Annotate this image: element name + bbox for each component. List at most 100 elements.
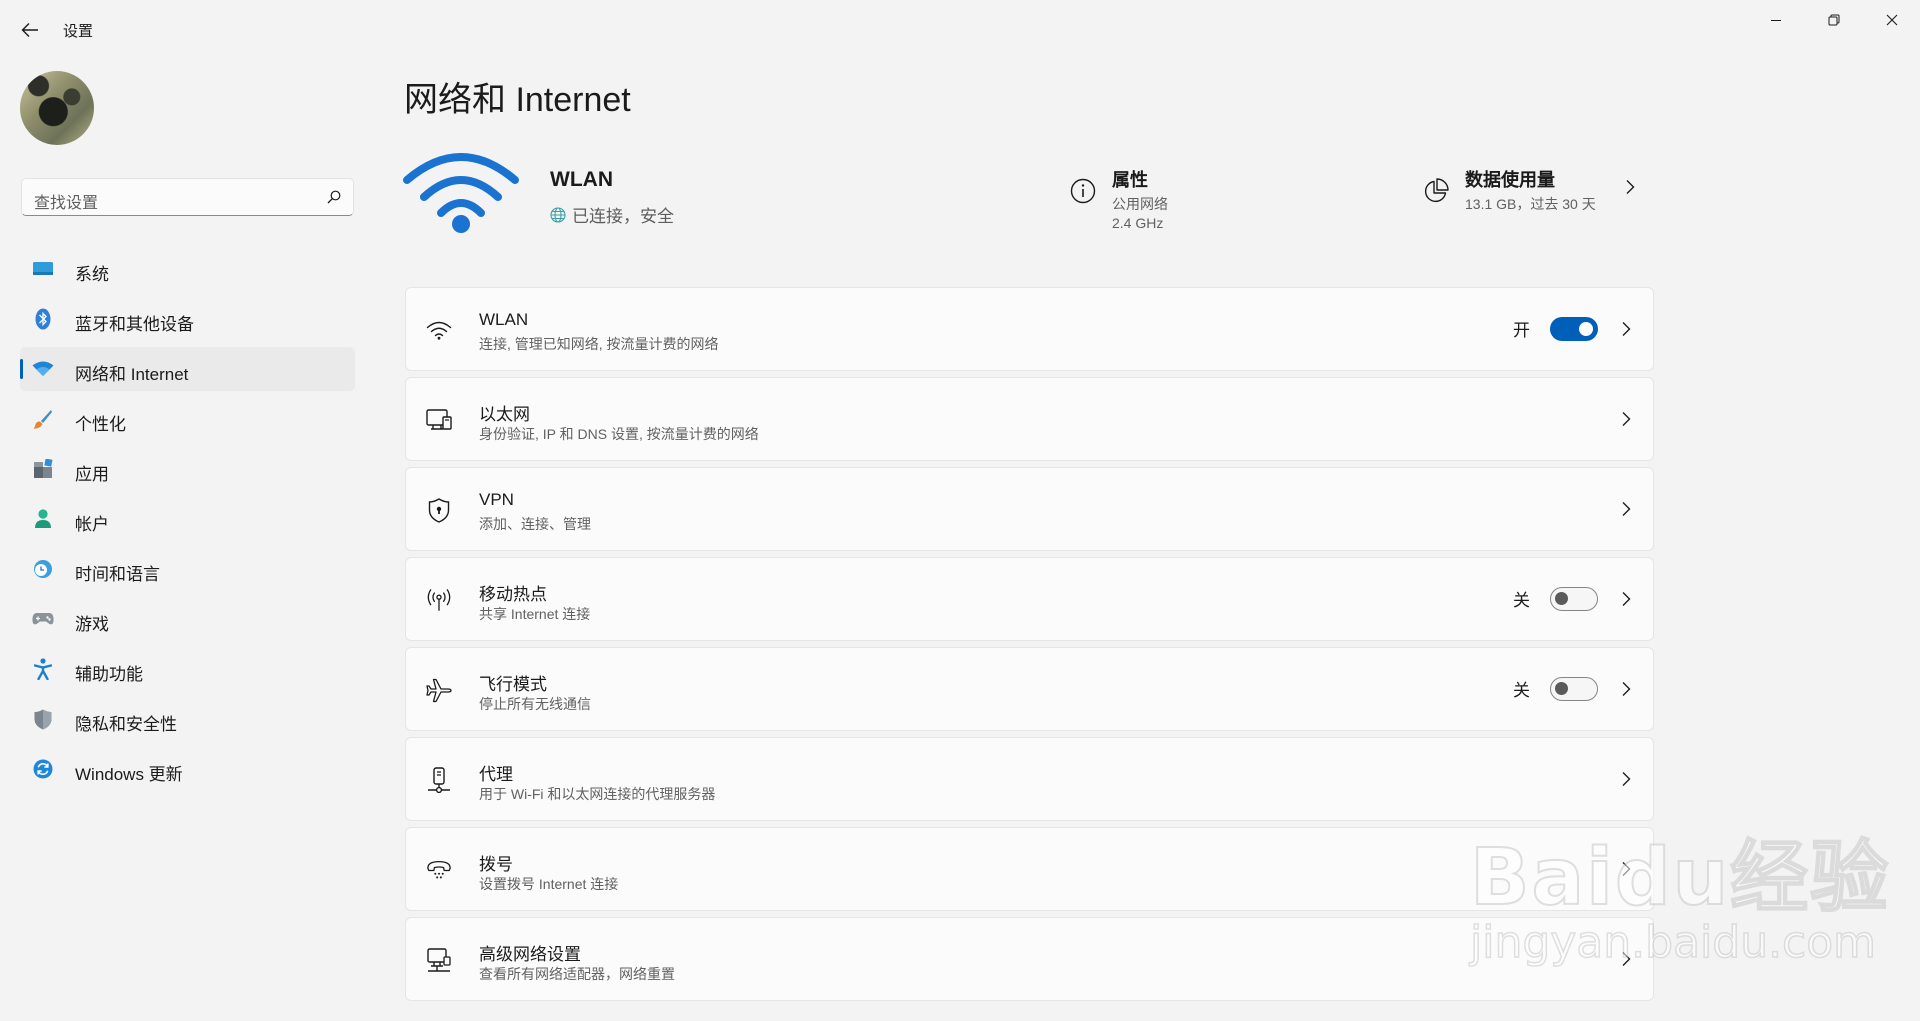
- app-title: 设置: [63, 23, 94, 40]
- sidebar-item-accounts[interactable]: 帐户: [20, 497, 355, 541]
- vpn-card[interactable]: VPN 添加、连接、管理: [405, 467, 1654, 551]
- monitor-icon: [32, 259, 54, 279]
- data-usage-title: 数据使用量: [1465, 170, 1555, 190]
- card-subtitle: 用于 Wi-Fi 和以太网连接的代理服务器: [479, 786, 716, 802]
- sidebar-item-label: 应用: [75, 465, 109, 484]
- data-usage-link[interactable]: 数据使用量 13.1 GB，过去 30 天: [1423, 164, 1653, 224]
- chevron-right-icon: [1622, 682, 1631, 696]
- chevron-right-icon: [1626, 180, 1635, 194]
- dialup-card[interactable]: 拨号 设置拨号 Internet 连接: [405, 827, 1654, 911]
- search-input[interactable]: 查找设置: [21, 178, 354, 216]
- card-title: 以太网: [479, 405, 530, 424]
- properties-title: 属性: [1112, 170, 1148, 190]
- sidebar-item-windows-update[interactable]: Windows 更新: [20, 747, 355, 791]
- chevron-right-icon: [1622, 592, 1631, 606]
- network-name: WLAN: [550, 168, 613, 191]
- card-subtitle: 添加、连接、管理: [479, 516, 591, 532]
- proxy-icon: [426, 767, 452, 793]
- sidebar-item-accessibility[interactable]: 辅助功能: [20, 647, 355, 691]
- bluetooth-icon: [32, 308, 54, 330]
- sidebar-item-privacy[interactable]: 隐私和安全性: [20, 697, 355, 741]
- chevron-right-icon: [1622, 952, 1631, 966]
- sidebar-item-label: 辅助功能: [75, 665, 143, 684]
- card-subtitle: 身份验证, IP 和 DNS 设置, 按流量计费的网络: [479, 426, 759, 442]
- card-subtitle: 设置拨号 Internet 连接: [479, 876, 619, 892]
- active-indicator: [20, 359, 23, 379]
- wifi-hero-icon: [403, 153, 519, 233]
- gamepad-icon: [32, 609, 54, 629]
- search-icon[interactable]: [327, 190, 341, 204]
- user-avatar[interactable]: [20, 71, 94, 145]
- title-bar: 设置: [0, 0, 1920, 60]
- card-title: VPN: [479, 490, 514, 509]
- sidebar-item-label: 网络和 Internet: [75, 365, 189, 384]
- ethernet-icon: [426, 407, 452, 433]
- card-title: 飞行模式: [479, 675, 547, 694]
- chevron-right-icon: [1622, 502, 1631, 516]
- network-band: 2.4 GHz: [1112, 215, 1164, 231]
- card-title: 拨号: [479, 855, 513, 874]
- sidebar-item-label: 隐私和安全性: [75, 715, 177, 734]
- chevron-right-icon: [1622, 772, 1631, 786]
- airplane-mode-toggle[interactable]: [1550, 676, 1598, 701]
- settings-list: WLAN 连接, 管理已知网络, 按流量计费的网络 开 以太网 身份验证, IP…: [405, 287, 1654, 1007]
- chevron-right-icon: [1622, 322, 1631, 336]
- sidebar-item-apps[interactable]: 应用: [20, 447, 355, 491]
- info-icon: [1070, 178, 1096, 204]
- wlan-card[interactable]: WLAN 连接, 管理已知网络, 按流量计费的网络 开: [405, 287, 1654, 371]
- mobile-hotspot-card[interactable]: 移动热点 共享 Internet 连接 关: [405, 557, 1654, 641]
- dialup-icon: [426, 857, 452, 883]
- card-subtitle: 连接, 管理已知网络, 按流量计费的网络: [479, 336, 719, 352]
- restore-icon: [1828, 14, 1840, 26]
- network-profile: 公用网络: [1112, 196, 1168, 212]
- sidebar-item-network[interactable]: 网络和 Internet: [20, 347, 355, 391]
- sync-icon: [32, 759, 54, 779]
- airplane-icon: [426, 677, 452, 703]
- hotspot-icon: [426, 587, 452, 613]
- clock-globe-icon: [32, 559, 54, 579]
- card-subtitle: 停止所有无线通信: [479, 696, 591, 712]
- shield-icon: [32, 709, 54, 729]
- wifi-icon: [426, 317, 452, 343]
- wifi-icon: [32, 359, 54, 379]
- sidebar-item-label: 游戏: [75, 615, 109, 634]
- wlan-toggle[interactable]: [1550, 316, 1598, 341]
- page-title: 网络和 Internet: [404, 81, 631, 119]
- advanced-network-card[interactable]: 高级网络设置 查看所有网络适配器，网络重置: [405, 917, 1654, 1001]
- accessibility-icon: [32, 658, 54, 680]
- sidebar-item-label: 时间和语言: [75, 565, 160, 584]
- sidebar-item-bluetooth[interactable]: 蓝牙和其他设备: [20, 297, 355, 341]
- toggle-state-label: 开: [1513, 321, 1530, 340]
- connection-status: 已连接，安全: [550, 202, 674, 227]
- ethernet-card[interactable]: 以太网 身份验证, IP 和 DNS 设置, 按流量计费的网络: [405, 377, 1654, 461]
- chevron-right-icon: [1622, 862, 1631, 876]
- minimize-button[interactable]: [1748, 0, 1804, 40]
- card-subtitle: 查看所有网络适配器，网络重置: [479, 966, 675, 982]
- globe-icon: [550, 206, 566, 223]
- sidebar-item-time-language[interactable]: 时间和语言: [20, 547, 355, 591]
- sidebar-item-personalization[interactable]: 个性化: [20, 397, 355, 441]
- sidebar-item-gaming[interactable]: 游戏: [20, 597, 355, 641]
- sidebar-item-system[interactable]: 系统: [20, 247, 355, 291]
- sidebar-item-label: Windows 更新: [75, 765, 183, 784]
- airplane-mode-card[interactable]: 飞行模式 停止所有无线通信 关: [405, 647, 1654, 731]
- sidebar-item-label: 帐户: [75, 515, 109, 534]
- sidebar-item-label: 系统: [75, 265, 109, 284]
- vpn-shield-icon: [426, 497, 452, 523]
- brush-icon: [32, 409, 54, 429]
- pie-chart-icon: [1425, 178, 1449, 202]
- close-button[interactable]: [1864, 0, 1920, 40]
- connection-status-text: 已连接，安全: [572, 207, 674, 226]
- sidebar-item-label: 个性化: [75, 415, 126, 434]
- restore-button[interactable]: [1806, 0, 1862, 40]
- advanced-network-icon: [426, 947, 452, 973]
- back-button[interactable]: [14, 14, 46, 46]
- mobile-hotspot-toggle[interactable]: [1550, 586, 1598, 611]
- card-title: WLAN: [479, 310, 529, 329]
- search-placeholder: 查找设置: [34, 195, 99, 212]
- card-title: 移动热点: [479, 585, 547, 604]
- close-icon: [1886, 14, 1898, 26]
- sidebar-item-label: 蓝牙和其他设备: [75, 315, 194, 334]
- person-icon: [32, 509, 54, 529]
- proxy-card[interactable]: 代理 用于 Wi-Fi 和以太网连接的代理服务器: [405, 737, 1654, 821]
